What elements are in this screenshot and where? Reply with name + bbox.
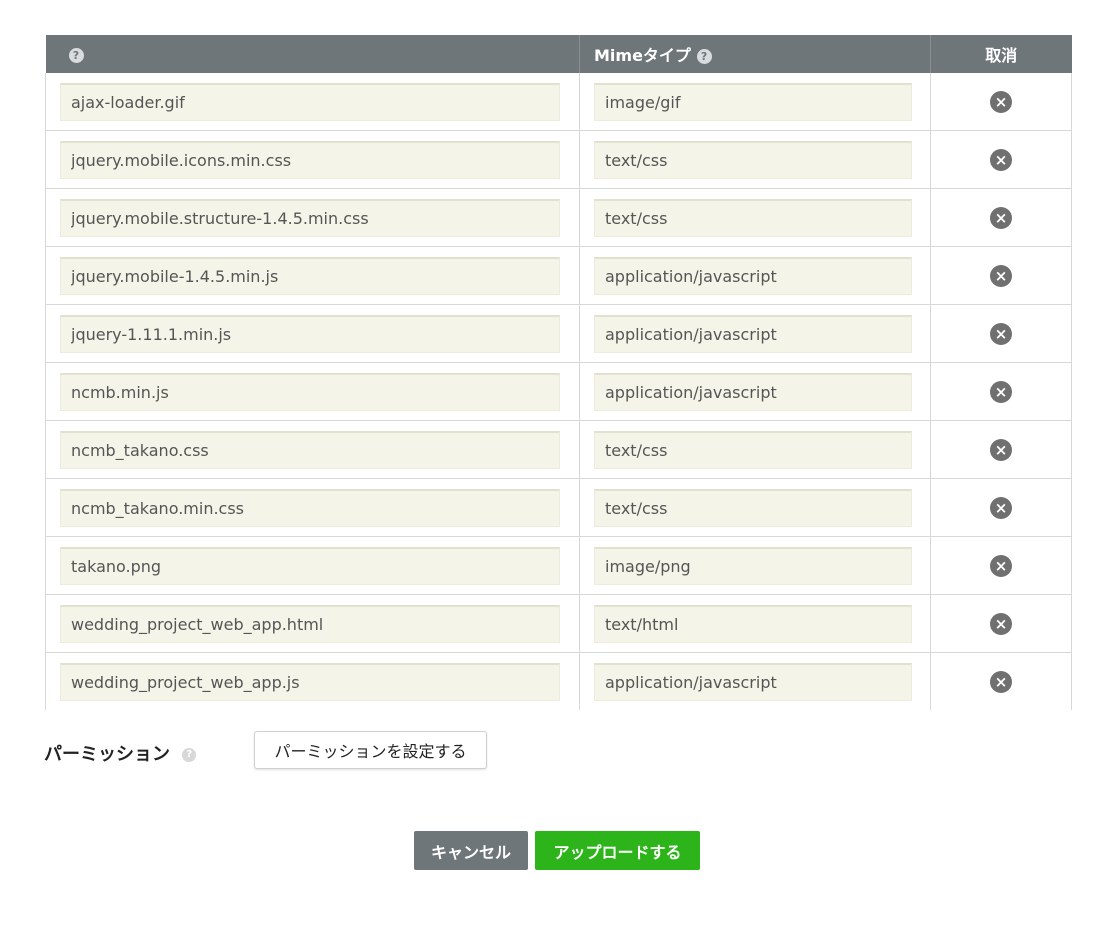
remove-file-icon[interactable]: ×: [990, 322, 1012, 345]
mime-header-label: Mimeタイプ: [594, 46, 691, 65]
remove-file-icon[interactable]: ×: [990, 380, 1012, 403]
help-icon[interactable]: ?: [696, 49, 712, 64]
table-row: ×: [45, 536, 1072, 595]
file-upload-table: ? Mimeタイプ ? 取消 × × × ×: [45, 35, 1072, 710]
cancel-button[interactable]: キャンセル: [414, 831, 528, 870]
filename-input[interactable]: [60, 198, 560, 237]
upload-button[interactable]: アップロードする: [535, 831, 700, 870]
table-row: ×: [45, 188, 1072, 247]
table-header-row: ? Mimeタイプ ? 取消: [45, 35, 1072, 73]
remove-file-icon[interactable]: ×: [990, 554, 1012, 577]
mime-column-header: Mimeタイプ ?: [579, 35, 931, 73]
mime-type-input[interactable]: [594, 82, 912, 121]
mime-type-input[interactable]: [594, 314, 912, 353]
filename-input[interactable]: [60, 372, 560, 411]
remove-file-icon[interactable]: ×: [990, 612, 1012, 635]
help-icon[interactable]: ?: [182, 748, 197, 762]
filename-input[interactable]: [60, 488, 560, 527]
mime-type-input[interactable]: [594, 604, 912, 643]
remove-file-icon[interactable]: ×: [990, 496, 1012, 519]
table-row: ×: [45, 246, 1072, 305]
filename-input[interactable]: [60, 82, 560, 121]
remove-file-icon[interactable]: ×: [990, 438, 1012, 461]
table-row: ×: [45, 594, 1072, 653]
filename-input[interactable]: [60, 604, 560, 643]
remove-file-icon[interactable]: ×: [990, 670, 1012, 693]
mime-type-input[interactable]: [594, 198, 912, 237]
filename-input[interactable]: [60, 314, 560, 353]
table-row: ×: [45, 73, 1072, 131]
table-row: ×: [45, 304, 1072, 363]
set-permission-button[interactable]: パーミッションを設定する: [254, 731, 487, 769]
filename-input[interactable]: [60, 662, 560, 701]
remove-file-icon[interactable]: ×: [990, 206, 1012, 229]
remove-file-icon[interactable]: ×: [990, 90, 1012, 113]
permission-label-text: パーミッション: [44, 744, 170, 765]
mime-type-input[interactable]: [594, 488, 912, 527]
filename-input[interactable]: [60, 256, 560, 295]
table-row: ×: [45, 420, 1072, 479]
remove-file-icon[interactable]: ×: [990, 148, 1012, 171]
table-row: ×: [45, 652, 1072, 710]
help-icon[interactable]: ?: [68, 47, 84, 63]
table-row: ×: [45, 478, 1072, 537]
table-row: ×: [45, 130, 1072, 189]
table-row: ×: [45, 362, 1072, 421]
mime-type-input[interactable]: [594, 256, 912, 295]
mime-type-input[interactable]: [594, 546, 912, 585]
cancel-column-header: 取消: [930, 35, 1072, 73]
mime-type-input[interactable]: [594, 140, 912, 179]
mime-type-input[interactable]: [594, 662, 912, 701]
remove-file-icon[interactable]: ×: [990, 264, 1012, 287]
filename-column-header: ?: [45, 35, 580, 73]
filename-input[interactable]: [60, 140, 560, 179]
mime-type-input[interactable]: [594, 372, 912, 411]
mime-type-input[interactable]: [594, 430, 912, 469]
filename-input[interactable]: [60, 430, 560, 469]
permission-label: パーミッション ?: [44, 740, 197, 766]
filename-input[interactable]: [60, 546, 560, 585]
